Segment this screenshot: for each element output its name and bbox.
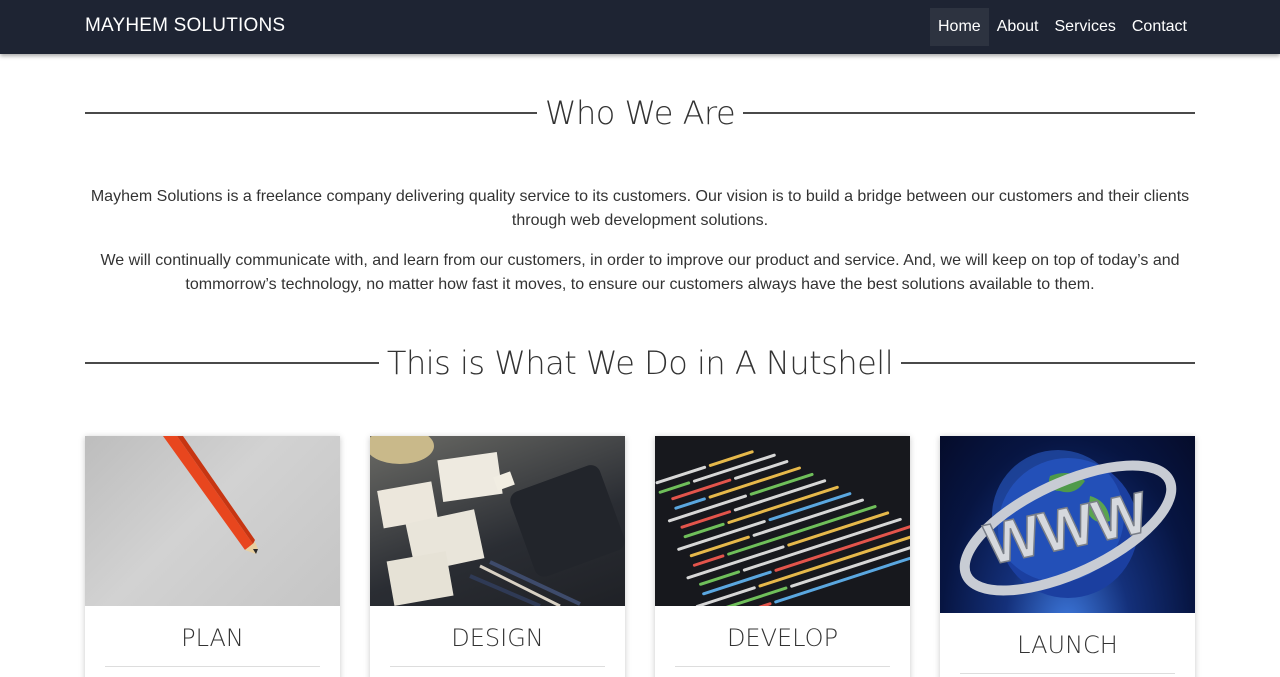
service-card-launch: WWW LAUNCH	[940, 436, 1195, 677]
card-divider	[675, 666, 890, 667]
services-heading: This is What We Do in A Nutshell	[85, 344, 1195, 382]
nav-services[interactable]: Services	[1047, 8, 1124, 46]
top-navbar: MAYHEM SOLUTIONS Home About Services Con…	[0, 0, 1280, 54]
about-paragraph-1: Mayhem Solutions is a freelance company …	[90, 188, 1190, 229]
service-card-design: DESIGN	[370, 436, 625, 677]
pencil-photo	[85, 436, 340, 606]
card-title-plan: PLAN	[181, 624, 244, 652]
nav-about[interactable]: About	[989, 8, 1047, 46]
card-title-launch: LAUNCH	[1017, 631, 1118, 659]
design-sketches-photo	[370, 436, 625, 606]
code-icon	[655, 450, 910, 606]
card-title-design: DESIGN	[451, 624, 544, 652]
heading-rule-left	[85, 112, 537, 114]
nav-home[interactable]: Home	[930, 8, 989, 46]
design-desk-icon	[370, 436, 625, 606]
service-card-develop: DEVELOP	[655, 436, 910, 677]
heading-rule-left	[85, 362, 379, 364]
www-globe-image: WWW	[940, 436, 1195, 613]
services-title: This is What We Do in A Nutshell	[386, 344, 894, 382]
card-title-develop: DEVELOP	[726, 624, 839, 652]
globe-icon: WWW	[959, 450, 1177, 598]
who-we-are-heading: Who We Are	[85, 94, 1196, 132]
card-divider	[390, 666, 605, 667]
main-nav: Home About Services Contact	[930, 8, 1195, 46]
brand-logo-text[interactable]: MAYHEM SOLUTIONS	[85, 15, 285, 37]
code-screen-photo	[655, 436, 910, 606]
nav-contact[interactable]: Contact	[1124, 8, 1195, 46]
heading-rule-right	[901, 362, 1195, 364]
who-we-are-title: Who We Are	[544, 94, 736, 132]
pencil-icon	[163, 436, 258, 554]
about-paragraph-2: We will continually communicate with, an…	[100, 252, 1180, 293]
card-divider	[105, 666, 320, 667]
service-card-plan: PLAN	[85, 436, 340, 677]
heading-rule-right	[743, 112, 1196, 114]
card-divider	[960, 673, 1175, 674]
